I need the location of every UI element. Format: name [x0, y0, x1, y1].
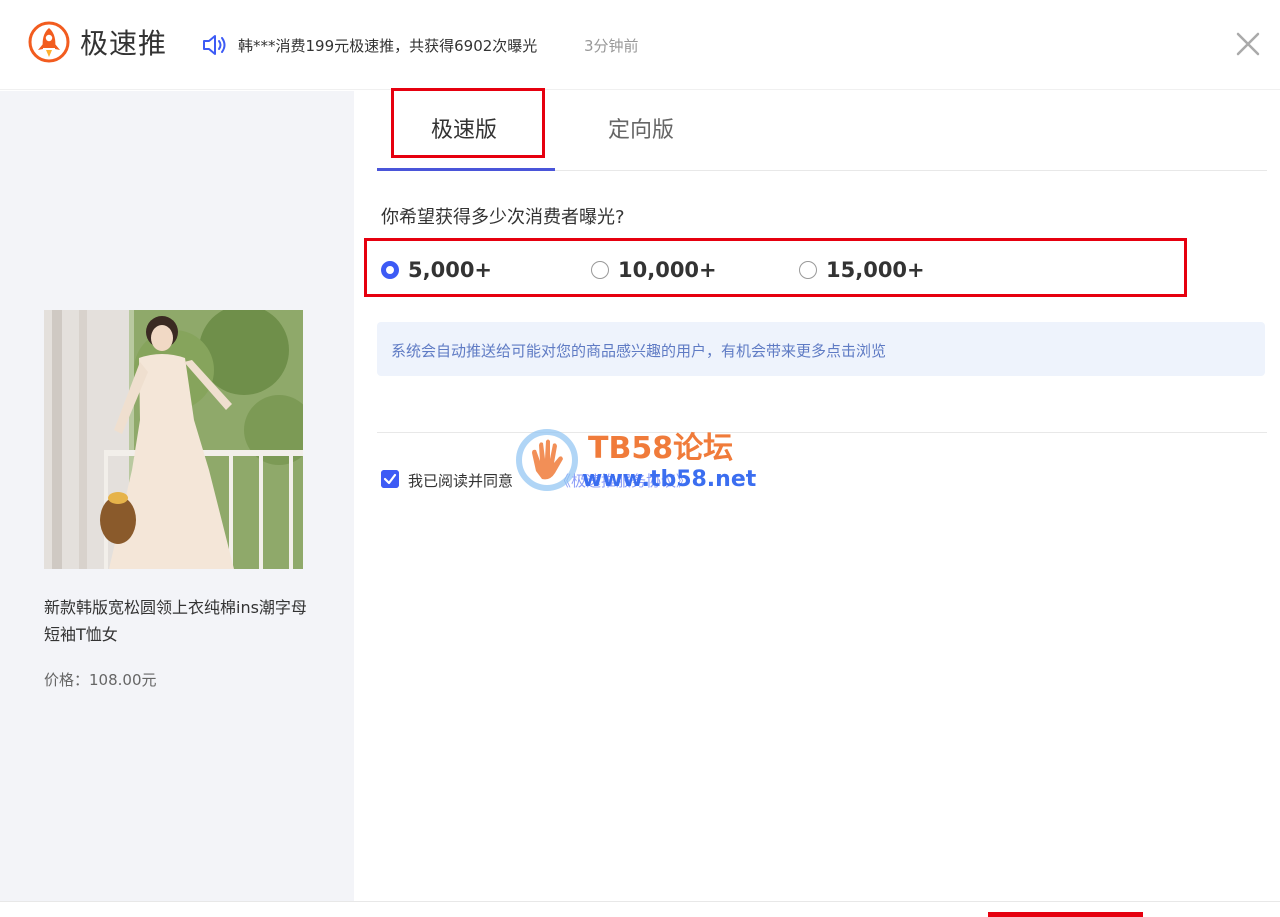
product-name: 新款韩版宽松圆领上衣纯棉ins潮字母短袖T恤女	[44, 598, 307, 644]
close-icon[interactable]	[1232, 28, 1264, 60]
radio-checked-icon[interactable]	[381, 261, 399, 279]
footer-highlight-box	[988, 912, 1143, 917]
option-label: 5,000+	[408, 258, 493, 282]
rocket-logo-icon	[28, 21, 70, 63]
active-tab-underline	[377, 168, 555, 171]
broadcast-time: 3分钟前	[584, 37, 639, 55]
tab-targeted-edition[interactable]: 定向版	[608, 111, 674, 151]
info-text: 系统会自动推送给可能对您的商品感兴趣的用户，有机会带来更多点击浏览	[391, 342, 887, 360]
header: 极速推 韩***消费199元极速推，共获得6902次曝光 3分钟前	[0, 0, 1280, 90]
exposure-question: 你希望获得多少次消费者曝光?	[381, 207, 625, 228]
radio-unchecked-icon[interactable]	[591, 261, 609, 279]
option-label: 10,000+	[618, 258, 717, 282]
section-divider	[377, 432, 1267, 433]
option-5000[interactable]: 5,000+	[381, 255, 492, 285]
tab-highlight-box	[391, 88, 545, 158]
app-title: 极速推	[80, 27, 168, 60]
agreement-text: 我已阅读并同意	[408, 472, 514, 490]
footer-divider	[0, 901, 1280, 902]
option-15000[interactable]: 15,000+	[799, 255, 925, 285]
option-10000[interactable]: 10,000+	[591, 255, 717, 285]
product-price: 价格：108.00元	[44, 671, 157, 689]
option-label: 15,000+	[826, 258, 925, 282]
broadcast-message: 韩***消费199元极速推，共获得6902次曝光	[238, 37, 538, 55]
product-panel: 新款韩版宽松圆领上衣纯棉ins潮字母短袖T恤女 价格：108.00元	[0, 91, 354, 901]
agreement-checkbox[interactable]	[381, 470, 399, 488]
watermark-hand-icon	[516, 429, 578, 491]
radio-unchecked-icon[interactable]	[799, 261, 817, 279]
watermark-title: TB58论坛	[588, 431, 734, 466]
product-image	[44, 310, 303, 569]
watermark-url: www.tb58.net	[582, 467, 757, 492]
speaker-icon	[203, 35, 226, 55]
